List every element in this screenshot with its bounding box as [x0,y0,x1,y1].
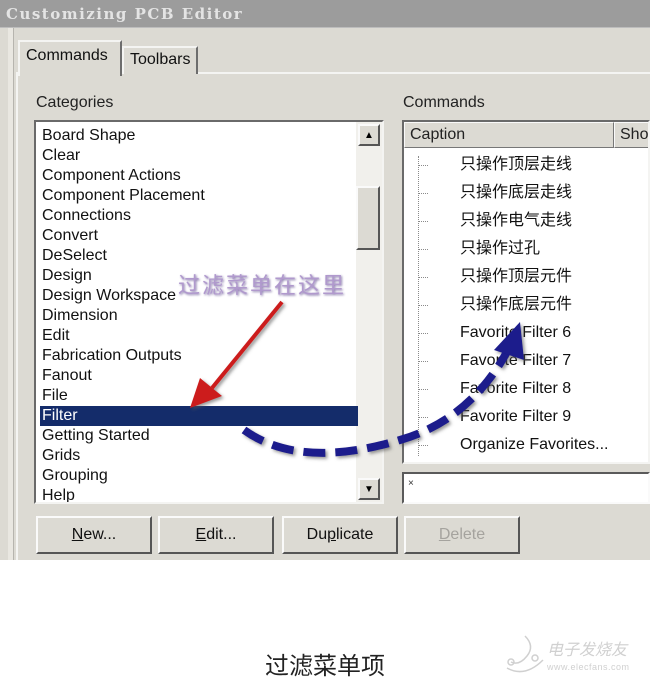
command-item-label: 只操作底层走线 [460,184,573,201]
command-item[interactable]: 只操作底层走线 [418,180,648,208]
command-item-label: 只操作过孔 [460,240,541,257]
new-button[interactable]: New... [36,516,152,554]
category-item[interactable]: Clear [40,146,358,166]
duplicate-label-mnemonic: p [327,526,336,543]
tree-branch [418,445,428,446]
scroll-thumb[interactable] [356,186,380,250]
command-item-label: 只操作电气走线 [460,212,573,229]
tree-branch [418,193,428,194]
tree-branch [418,305,428,306]
duplicate-label-post: licate [336,526,374,543]
scroll-up-button[interactable]: ▲ [358,124,380,146]
duplicate-button-label: Duplicate [307,526,374,544]
categories-label: Categories [36,94,114,111]
delete-button[interactable]: Delete [404,516,520,554]
command-item-label: 只操作底层元件 [460,296,573,313]
command-item-label: Favorite Filter 6 [460,324,572,341]
delete-button-label: Delete [438,526,486,543]
scroll-down-button[interactable]: ▼ [358,478,380,500]
triangle-up-icon: ▲ [364,129,374,141]
command-item[interactable]: 只操作顶层元件 [418,264,648,292]
command-item[interactable]: Favorite Filter 8 [418,376,648,404]
watermark: 电子发烧友 www.elecfans.com [505,632,645,682]
screenshot-region: Customizing PCB Editor Commands Toolbars… [0,0,650,560]
title-bar: Customizing PCB Editor [0,0,650,28]
tree-branch [418,361,428,362]
category-item[interactable]: Grids [40,446,358,466]
window-left-edge [8,28,14,560]
tab-commands[interactable]: Commands [18,40,122,76]
command-item[interactable]: 只操作顶层走线 [418,152,648,180]
command-item-label: Favorite Filter 8 [460,380,572,397]
command-item[interactable]: 只操作底层元件 [418,292,648,320]
command-item[interactable]: 只操作过孔 [418,236,648,264]
category-item[interactable]: Convert [40,226,358,246]
column-header-caption[interactable]: Caption [404,122,614,148]
category-item[interactable]: Getting Started [40,426,358,446]
tree-branch [418,389,428,390]
category-item[interactable]: File [40,386,358,406]
tab-toolbars[interactable]: Toolbars [122,46,198,74]
new-button-label: New... [71,526,117,543]
command-item[interactable]: 只操作电气走线 [418,208,648,236]
category-item[interactable]: Connections [40,206,358,226]
edit-button[interactable]: Edit... [158,516,274,554]
tree-branch [418,277,428,278]
category-item[interactable]: Component Actions [40,166,358,186]
commands-list[interactable]: Caption Sho 只操作顶层走线 只操作底层走线 只操作电气走线 只操作过孔只操… [402,120,650,464]
tree-branch [418,417,428,418]
commands-label: Commands [403,94,485,111]
watermark-url: www.elecfans.com [547,662,630,672]
tree-branch [418,221,428,222]
category-item[interactable]: Edit [40,326,358,346]
command-item[interactable]: Favorite Filter 7 [418,348,648,376]
command-item-label: Organize Favorites... [460,436,609,453]
tree-branch [418,165,428,166]
annotation-text: 过滤菜单在这里 [178,273,347,298]
duplicate-button[interactable]: Duplicate [282,516,398,554]
window-title: Customizing PCB Editor [6,5,244,23]
category-item[interactable]: Fabrication Outputs [40,346,358,366]
triangle-down-icon: ▼ [364,483,374,495]
watermark-name: 电子发烧友 [547,642,628,659]
category-item[interactable]: Help [40,486,358,502]
category-item[interactable]: Component Placement [40,186,358,206]
category-item[interactable]: Board Shape [40,126,358,146]
category-item[interactable]: Filter [40,406,358,426]
watermark-logo-icon [506,635,544,673]
column-header-shortcut[interactable]: Sho [614,122,648,148]
category-item[interactable]: Dimension [40,306,358,326]
filter-input[interactable]: × [402,472,650,504]
command-item[interactable]: Favorite Filter 6 [418,320,648,348]
categories-list[interactable]: ▲ ▼ Board Shape Clear Component Actions Com… [34,120,384,504]
command-item-label: 只操作顶层元件 [460,268,573,285]
command-item-label: Favorite Filter 7 [460,352,572,369]
command-item[interactable]: Favorite Filter 9 [418,404,648,432]
category-item[interactable]: Fanout [40,366,358,386]
tree-branch [418,333,428,334]
command-item[interactable]: Organize Favorites... [418,432,648,460]
command-item-label: 只操作顶层走线 [460,156,573,173]
edit-button-label: Edit... [195,526,237,543]
category-item[interactable]: DeSelect [40,246,358,266]
category-item[interactable]: Grouping [40,466,358,486]
command-item-label: Favorite Filter 9 [460,408,572,425]
tree-branch [418,249,428,250]
categories-scrollbar[interactable]: ▲ ▼ [356,122,382,502]
duplicate-label-pre: Du [306,526,328,543]
